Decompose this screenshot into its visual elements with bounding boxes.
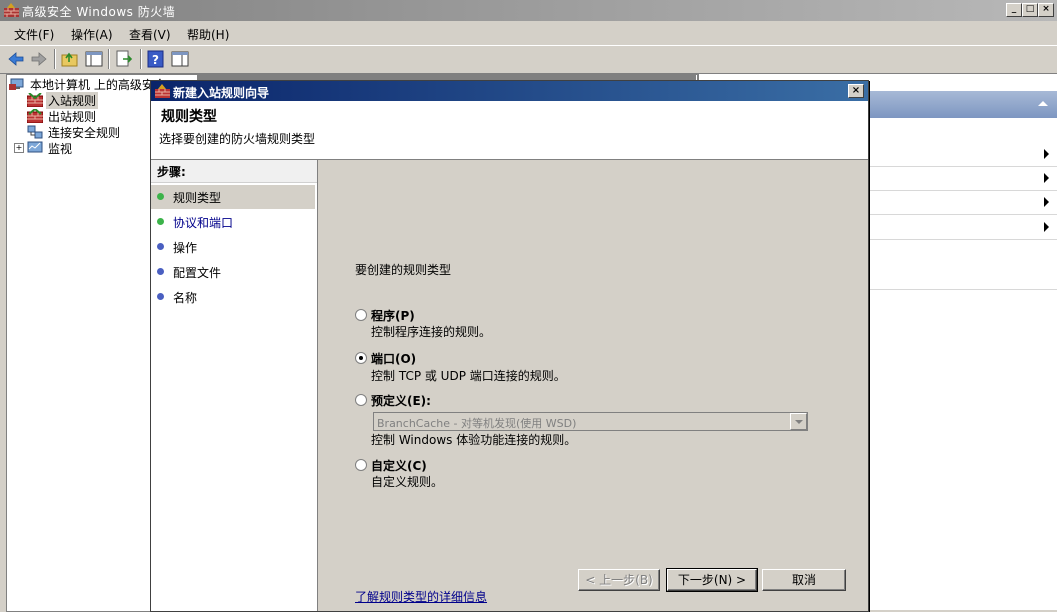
connection-security-icon <box>27 125 43 139</box>
forward-arrow-icon[interactable] <box>29 49 49 69</box>
rule-type-prompt: 要创建的规则类型 <box>355 263 452 277</box>
option-custom-label[interactable]: 自定义(C) <box>371 457 427 474</box>
step-protocol-ports[interactable]: 协议和端口 <box>151 210 315 234</box>
outbound-rules-icon <box>27 109 43 123</box>
action-row[interactable] <box>868 190 1057 215</box>
minimize-button[interactable]: _ <box>1006 3 1022 17</box>
maximize-button[interactable]: □ <box>1022 3 1038 17</box>
new-inbound-rule-wizard: 新建入站规则向导 × 规则类型 选择要创建的防火墙规则类型 步骤: 规则类型 协… <box>150 80 869 612</box>
option-port-desc: 控制 TCP 或 UDP 端口连接的规则。 <box>371 369 566 383</box>
back-arrow-icon[interactable] <box>6 49 26 69</box>
main-titlebar: 高级安全 Windows 防火墙 _ □ × <box>0 0 1057 21</box>
help-icon[interactable]: ? <box>146 49 166 69</box>
action-row[interactable] <box>868 215 1057 240</box>
up-folder-icon[interactable] <box>60 49 80 69</box>
submenu-arrow-icon <box>1044 149 1049 159</box>
firewall-app-icon <box>4 3 19 17</box>
steps-title: 步骤: <box>151 160 317 183</box>
menu-file[interactable]: 文件(F) <box>14 26 54 43</box>
wizard-subheading: 选择要创建的防火墙规则类型 <box>159 132 316 146</box>
option-predefined-label[interactable]: 预定义(E): <box>371 392 431 409</box>
radio-predefined[interactable] <box>355 394 367 406</box>
cancel-button[interactable]: 取消 <box>762 569 846 591</box>
wizard-content: 要创建的规则类型 程序(P) 控制程序连接的规则。 端口(O) 控制 TCP 或… <box>319 160 868 611</box>
step-action[interactable]: 操作 <box>151 235 315 259</box>
step-done-dot-icon <box>157 218 164 225</box>
action-row[interactable] <box>868 166 1057 191</box>
menu-view[interactable]: 查看(V) <box>129 26 171 43</box>
submenu-arrow-icon <box>1044 197 1049 207</box>
chevron-down-icon[interactable] <box>790 413 807 430</box>
back-button[interactable]: < 上一步(B) <box>578 569 660 591</box>
wizard-firewall-icon <box>155 84 170 98</box>
wizard-heading: 规则类型 <box>161 109 217 125</box>
export-list-icon[interactable] <box>114 49 134 69</box>
option-program-label[interactable]: 程序(P) <box>371 307 415 324</box>
predefined-rule-select[interactable]: BranchCache - 对等机发现(使用 WSD) <box>373 412 808 431</box>
wizard-title: 新建入站规则向导 <box>173 86 270 100</box>
svg-text:?: ? <box>152 53 159 67</box>
menubar: 文件(F) 操作(A) 查看(V) 帮助(H) <box>0 21 1057 44</box>
step-pending-dot-icon <box>157 268 164 275</box>
step-rule-type[interactable]: 规则类型 <box>151 185 315 209</box>
step-pending-dot-icon <box>157 243 164 250</box>
toolbar: ? <box>0 45 1057 74</box>
inbound-rules-icon <box>27 93 43 107</box>
radio-program[interactable] <box>355 309 367 321</box>
radio-port[interactable] <box>355 352 367 364</box>
action-row[interactable] <box>868 142 1057 167</box>
option-custom-desc: 自定义规则。 <box>371 475 444 489</box>
computer-firewall-icon <box>9 78 24 90</box>
step-done-dot-icon <box>157 193 164 200</box>
monitoring-icon <box>27 141 43 153</box>
show-hide-action-pane-icon[interactable] <box>170 49 190 69</box>
collapse-up-icon[interactable] <box>1038 101 1048 106</box>
expand-plus-icon[interactable]: + <box>14 143 24 153</box>
radio-custom[interactable] <box>355 459 367 471</box>
option-program-desc: 控制程序连接的规则。 <box>371 325 492 339</box>
menu-action[interactable]: 操作(A) <box>71 26 113 43</box>
wizard-titlebar: 新建入站规则向导 × <box>151 81 868 101</box>
learn-more-link[interactable]: 了解规则类型的详细信息 <box>355 588 487 605</box>
submenu-arrow-icon <box>1044 173 1049 183</box>
window-title: 高级安全 Windows 防火墙 <box>22 5 176 19</box>
step-name[interactable]: 名称 <box>151 285 315 309</box>
option-port-label[interactable]: 端口(O) <box>371 350 416 367</box>
submenu-arrow-icon <box>1044 222 1049 232</box>
wizard-close-button[interactable]: × <box>848 84 864 98</box>
step-pending-dot-icon <box>157 293 164 300</box>
wizard-header: 规则类型 选择要创建的防火墙规则类型 <box>151 101 868 160</box>
steps-pane: 步骤: 规则类型 协议和端口 操作 配置文件 名称 <box>151 160 318 611</box>
close-button[interactable]: × <box>1038 3 1054 17</box>
action-row <box>868 265 1057 290</box>
show-hide-console-tree-icon[interactable] <box>84 49 104 69</box>
next-button[interactable]: 下一步(N) > <box>666 568 758 592</box>
step-profile[interactable]: 配置文件 <box>151 260 315 284</box>
option-predefined-desc: 控制 Windows 体验功能连接的规则。 <box>371 433 577 447</box>
menu-help[interactable]: 帮助(H) <box>187 26 229 43</box>
